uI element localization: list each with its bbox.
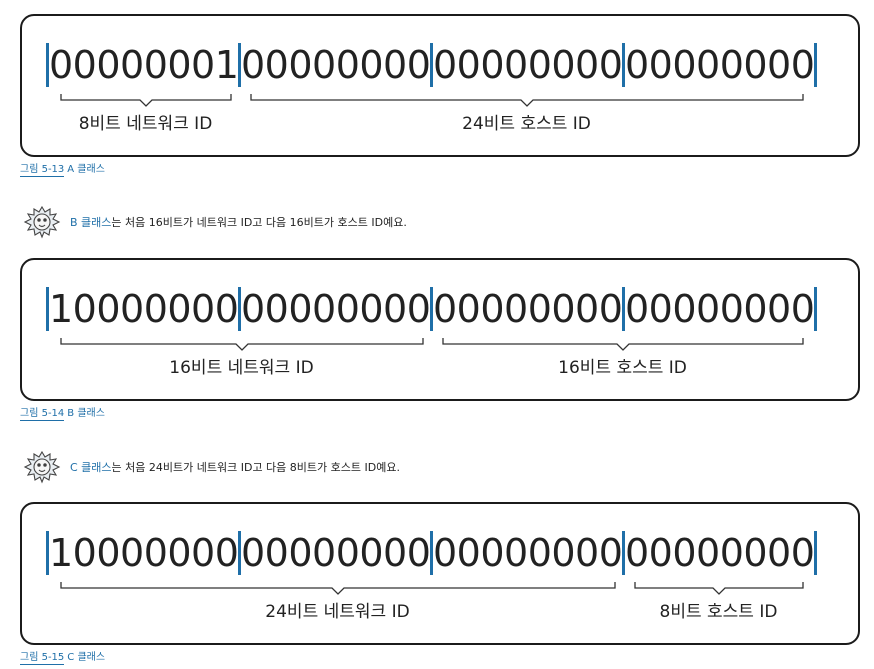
network-id-label: 24비트 네트워크 ID (265, 602, 410, 622)
octet-2: 00000000 (241, 43, 431, 87)
caption-number: 그림 5-13 (20, 164, 65, 177)
host-id-label: 24비트 호스트 ID (462, 114, 591, 134)
figure-caption: 그림 5-14 B 클래스 (20, 407, 105, 421)
network-brace (59, 338, 424, 351)
network-id-label: 8비트 네트워크 ID (78, 114, 213, 134)
lion-mascot-icon (23, 450, 61, 484)
octet-4: 00000000 (625, 531, 815, 575)
bit-row: 10000000 00000000 00000000 00000000 (46, 284, 817, 334)
figure-class-c: 10000000 00000000 00000000 00000000 24비트… (20, 502, 860, 645)
bit-row: 10000000 00000000 00000000 00000000 (46, 528, 817, 578)
octet-separator (814, 531, 817, 575)
figure-caption: 그림 5-13 A 클래스 (20, 163, 105, 177)
note-class-c: C 클래스는 처음 24비트가 네트워크 ID고 다음 8비트가 호스트 ID예… (20, 450, 400, 484)
note-highlight: B 클래스 (70, 216, 112, 229)
octet-separator (814, 43, 817, 87)
note-text: B 클래스는 처음 16비트가 네트워크 ID고 다음 16비트가 호스트 ID… (70, 214, 407, 230)
note-text: C 클래스는 처음 24비트가 네트워크 ID고 다음 8비트가 호스트 ID예… (70, 459, 400, 475)
caption-title: C 클래스 (67, 652, 106, 663)
lion-mascot-icon (23, 205, 61, 239)
host-brace (441, 338, 804, 351)
octet-1: 10000000 (49, 531, 239, 575)
brace-path (59, 338, 424, 351)
caption-title: B 클래스 (67, 408, 105, 419)
host-brace (249, 94, 804, 107)
figure-class-a: 00000001 00000000 00000000 00000000 8비트 … (20, 14, 860, 157)
brace-path (59, 582, 616, 595)
octet-separator (814, 287, 817, 331)
octet-4: 00000000 (625, 43, 815, 87)
octet-2: 00000000 (241, 531, 431, 575)
brace-path (633, 582, 804, 595)
octet-3: 00000000 (433, 287, 623, 331)
bit-row: 00000001 00000000 00000000 00000000 (46, 40, 817, 90)
note-class-b: B 클래스는 처음 16비트가 네트워크 ID고 다음 16비트가 호스트 ID… (20, 205, 407, 239)
octet-1: 00000001 (49, 43, 239, 87)
note-body: 는 처음 24비트가 네트워크 ID고 다음 8비트가 호스트 ID예요. (111, 461, 400, 474)
network-brace (59, 582, 616, 595)
host-id-label: 16비트 호스트 ID (558, 358, 687, 378)
caption-title: A 클래스 (67, 164, 105, 175)
network-id-label: 16비트 네트워크 ID (169, 358, 314, 378)
octet-4: 00000000 (625, 287, 815, 331)
host-brace (633, 582, 804, 595)
brace-path (249, 94, 804, 107)
network-brace (59, 94, 232, 107)
host-id-label: 8비트 호스트 ID (659, 602, 778, 622)
brace-path (59, 94, 232, 107)
octet-3: 00000000 (433, 43, 623, 87)
note-body: 는 처음 16비트가 네트워크 ID고 다음 16비트가 호스트 ID예요. (111, 216, 407, 229)
figure-caption: 그림 5-15 C 클래스 (20, 651, 105, 665)
octet-2: 00000000 (241, 287, 431, 331)
octet-1: 10000000 (49, 287, 239, 331)
note-highlight: C 클래스 (70, 461, 112, 474)
octet-3: 00000000 (433, 531, 623, 575)
brace-path (441, 338, 804, 351)
caption-number: 그림 5-14 (20, 408, 65, 421)
figure-class-b: 10000000 00000000 00000000 00000000 16비트… (20, 258, 860, 401)
caption-number: 그림 5-15 (20, 652, 65, 665)
